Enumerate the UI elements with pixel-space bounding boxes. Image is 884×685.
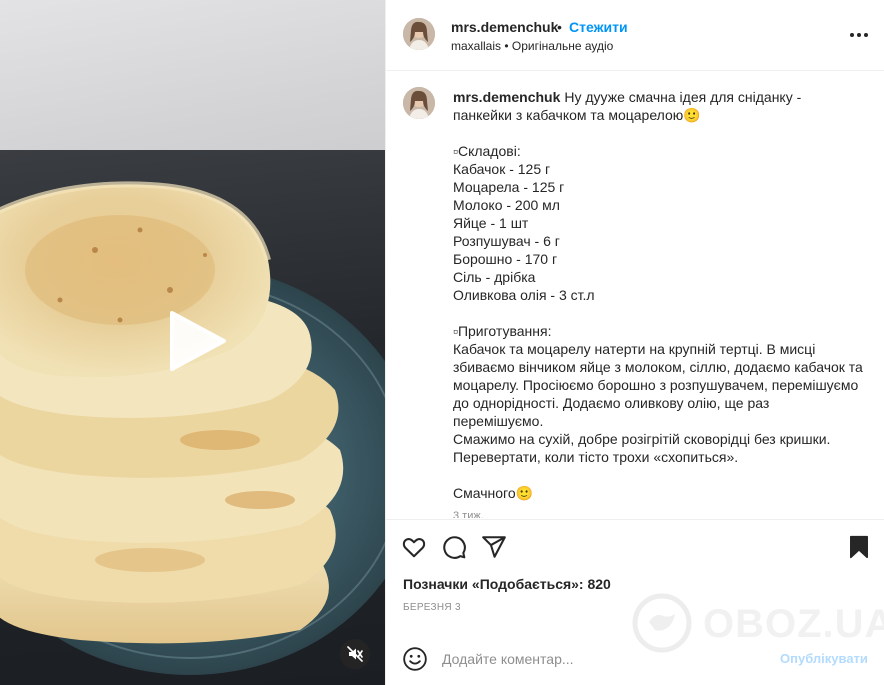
likes-count-link[interactable]: Позначки «Подобається»: 820 — [403, 576, 611, 592]
post-header: mrs.demenchuk • Стежити maxallais • Ориг… — [386, 0, 884, 71]
post-date: БЕРЕЗНЯ 3 — [403, 602, 461, 613]
emoji-icon[interactable] — [402, 646, 428, 672]
play-icon[interactable] — [160, 305, 232, 377]
heart-icon[interactable] — [401, 534, 429, 562]
caption-username-link[interactable]: mrs.demenchuk — [453, 89, 560, 105]
author-username-link[interactable]: mrs.demenchuk — [451, 19, 558, 35]
comment-input[interactable] — [442, 648, 772, 670]
caption-scroll-area[interactable]: mrs.demenchuk Ну дууже смачна ідея для сн… — [386, 72, 884, 518]
post-actions: Позначки «Подобається»: 820 БЕРЕЗНЯ 3 — [386, 519, 884, 644]
muted-speaker-icon — [347, 646, 363, 662]
post-caption: mrs.demenchuk Ну дууже смачна ідея для сн… — [453, 88, 863, 502]
publish-comment-button[interactable]: Опублікувати — [780, 651, 868, 666]
bookmark-icon[interactable] — [846, 534, 874, 562]
original-audio-link[interactable]: maxallais • Оригінальне аудіо — [451, 39, 613, 53]
header-separator: • — [557, 19, 562, 35]
mute-audio-button[interactable] — [340, 639, 370, 669]
paper-plane-icon[interactable] — [481, 534, 509, 562]
caption-time-ago: 3 тиж. — [453, 510, 484, 518]
caption-text: Ну дууже смачна ідея для сніданку - панк… — [453, 89, 863, 501]
author-avatar[interactable] — [403, 18, 435, 50]
follow-button[interactable]: Стежити — [569, 19, 628, 35]
comment-icon[interactable] — [441, 534, 469, 562]
add-comment-bar: Опублікувати — [386, 636, 884, 685]
more-options-icon[interactable] — [847, 25, 871, 45]
caption-author-avatar[interactable] — [403, 87, 435, 119]
post-details-panel: mrs.demenchuk • Стежити maxallais • Ориг… — [385, 0, 884, 685]
post-media-video[interactable] — [0, 0, 385, 685]
